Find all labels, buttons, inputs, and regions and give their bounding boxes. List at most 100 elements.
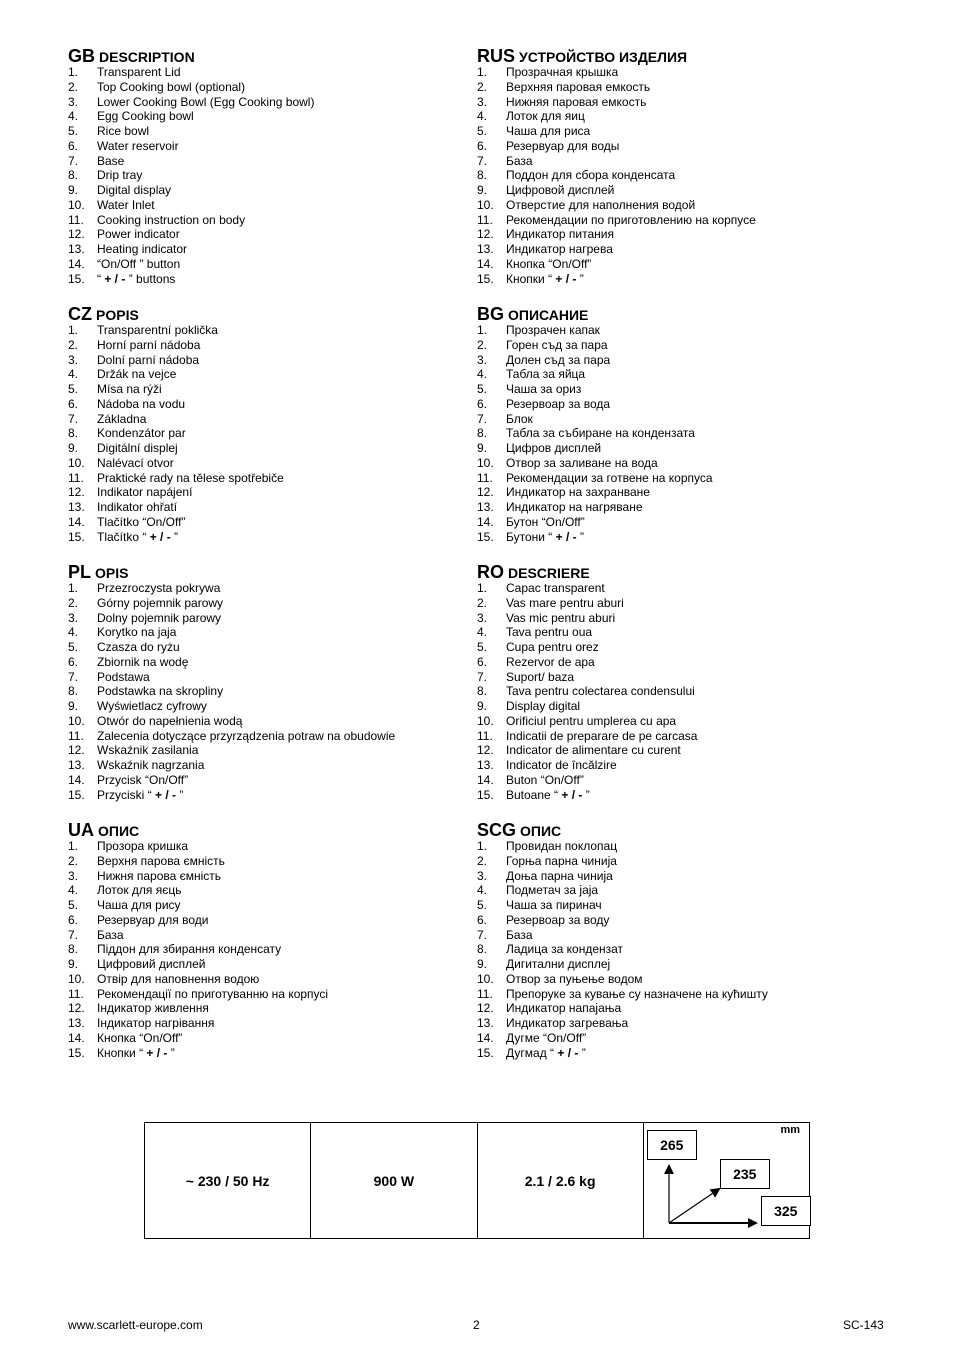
item-label: Цифров дисплей <box>506 441 602 455</box>
list-item: 8. Drip tray <box>68 168 468 183</box>
item-label: Egg Cooking bowl <box>97 109 194 124</box>
item-number: 7. <box>68 669 79 684</box>
item-number: 6. <box>68 138 79 153</box>
item-number: 1. <box>68 323 79 337</box>
dimension-unit: mm <box>780 1124 800 1136</box>
item-number: 8. <box>68 942 79 957</box>
list-item: 1. Провидан поклопац <box>477 839 877 854</box>
item-label: Wskaźnik zasilania <box>97 743 199 758</box>
list-item: 11. Cooking instruction on body <box>68 213 468 228</box>
language-code: PL <box>68 562 92 582</box>
item-number: 7. <box>68 411 79 426</box>
item-label: Индикатор нагрева <box>506 242 613 256</box>
list-item: 4. Držák na vejce <box>68 367 468 382</box>
item-label-symbols: + / - <box>555 529 577 544</box>
section-title: ОПИС <box>520 823 562 839</box>
item-number: 4. <box>68 883 79 898</box>
item-label: Отвор за пуњење водом <box>506 971 643 986</box>
item-number: 4. <box>68 109 79 124</box>
item-label: Indikator napájení <box>97 485 193 500</box>
language-code: UA <box>68 820 94 840</box>
item-label: Чаша за пиринач <box>506 898 602 912</box>
item-label: Прозрачная крышка <box>506 65 619 79</box>
item-label-prefix: Дугмад “ <box>506 1045 558 1060</box>
item-label: Korytko na jaja <box>97 625 177 640</box>
depth-value: 235 <box>719 1159 770 1189</box>
parts-list: 1. Capac transparent 2. Vas mare pentru abu… <box>477 581 877 802</box>
item-number: 7. <box>477 411 488 426</box>
list-item: 13. Индикатор на нагряване <box>477 500 877 515</box>
section-ro: RO DESCRIERE 1. Capac transparent 2. Vas mare… <box>477 561 877 802</box>
section-title: ОПИСАНИЕ <box>508 307 589 323</box>
item-number: 14. <box>477 256 494 271</box>
item-label: Піддон для збирання конденсату <box>97 942 282 957</box>
item-label-suffix: ” <box>170 529 179 544</box>
section-title: ОПИС <box>98 823 140 839</box>
item-label-suffix: ” <box>167 1045 175 1060</box>
item-number: 9. <box>477 183 488 197</box>
item-label: Прозрачен капак <box>506 323 600 337</box>
item-label: Indicatii de preparare de pe carcasa <box>506 728 698 743</box>
item-number: 9. <box>477 441 488 455</box>
item-number: 13. <box>477 242 494 256</box>
item-label-symbols: + / - <box>555 271 577 286</box>
section-cz: CZ POPIS 1. Transparentní poklička 2. Horní p… <box>68 303 468 544</box>
item-label: Praktické rady na tělese spotřebiče <box>97 470 284 485</box>
item-number: 11. <box>477 212 493 227</box>
list-item: 8. Tava pentru colectarea condensului <box>477 684 877 699</box>
list-item: 5. Чаша за пиринач <box>477 898 877 913</box>
list-item: 3. Нижняя паровая емкость <box>477 95 877 110</box>
item-label: Tlačítko “On/Off” <box>97 514 186 529</box>
item-label: Transparent Lid <box>97 65 181 79</box>
list-item: 6. Резервуар для води <box>68 913 468 928</box>
item-number: 4. <box>477 625 488 640</box>
section-heading: RO DESCRIERE <box>477 561 877 582</box>
parts-list: 1. Прозрачен капак 2. Горен съд за пара 3. До… <box>477 323 877 544</box>
section-scg: SCG ОПИС 1. Провидан поклопац 2. Горња парна … <box>477 819 877 1060</box>
item-label: Рекомендації по приготуванню на корпусі <box>97 986 329 1001</box>
item-number: 1. <box>477 839 488 853</box>
list-item: 7. Základna <box>68 412 468 427</box>
item-number: 1. <box>477 581 488 595</box>
list-item: 4. Подметач за јаја <box>477 883 877 898</box>
list-item: 15. Кнопки “ + / - ” <box>68 1046 468 1061</box>
item-number: 14. <box>477 1030 494 1045</box>
item-label-symbols: + / - <box>561 787 583 802</box>
item-label: “On/Off ” button <box>97 256 181 271</box>
item-label: Top Cooking bowl (optional) <box>97 79 246 94</box>
item-label: Držák na vejce <box>97 367 177 382</box>
list-item: 15. Бутони “ + / - ” <box>477 530 877 545</box>
item-label: Vas mare pentru aburi <box>506 595 624 610</box>
item-label: Digital display <box>97 183 172 197</box>
parts-list: 1. Transparent Lid 2. Top Cooking bowl (opt… <box>68 65 468 286</box>
item-label: Табла за събиране на кондензата <box>506 426 695 441</box>
list-item: 12. Indicator de alimentare cu curent <box>477 743 877 758</box>
list-item: 7. Podstawa <box>68 670 468 685</box>
list-item: 9. Цифровий дисплей <box>68 957 468 972</box>
list-item: 7. Блок <box>477 412 877 427</box>
item-number: 4. <box>477 883 488 898</box>
item-number: 14. <box>68 256 85 271</box>
item-label: Heating indicator <box>97 242 188 256</box>
item-label: Верхняя паровая емкость <box>506 79 651 94</box>
list-item: 15. Przyciski “ + / - ” <box>68 788 468 803</box>
list-item: 5. Чаша для риса <box>477 124 877 139</box>
item-label: Отвір для наповнення водою <box>97 971 260 986</box>
item-label-symbols: + / - <box>155 787 177 802</box>
item-number: 10. <box>477 455 494 470</box>
item-label: Цифровий дисплей <box>97 957 206 971</box>
item-label: Dolní parní nádoba <box>97 352 200 367</box>
item-label-prefix: Tlačítko “ <box>97 529 150 544</box>
item-number: 8. <box>477 684 488 699</box>
item-label: Tava pentru colectarea condensului <box>506 684 695 699</box>
list-item: 9. Дигитални дисплеј <box>477 957 877 972</box>
item-number: 14. <box>477 772 494 787</box>
list-item: 7. Suport/ baza <box>477 670 877 685</box>
language-code: SCG <box>477 820 517 840</box>
parts-list: 1. Przezroczysta pokrywa 2. Górny pojemnik … <box>68 581 468 802</box>
footer-website: www.scarlett-europe.com <box>68 1318 203 1332</box>
list-item: 7. База <box>477 928 877 943</box>
item-number: 3. <box>68 610 79 625</box>
item-number: 8. <box>68 684 79 699</box>
list-item: 12. Wskaźnik zasilania <box>68 743 468 758</box>
